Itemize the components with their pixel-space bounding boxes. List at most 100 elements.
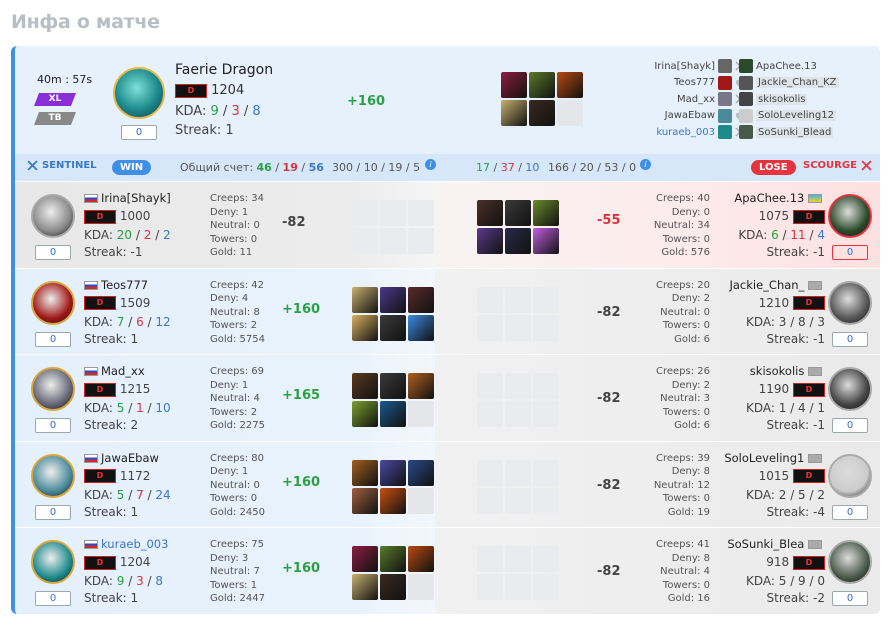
- item-slot[interactable]: [505, 459, 531, 486]
- mini-row[interactable]: Jackie_Chan_KZ: [739, 75, 874, 92]
- player-name[interactable]: JawaEbaw: [101, 451, 159, 465]
- item-slot[interactable]: [533, 487, 559, 514]
- player-name-cell[interactable]: Teos777: [84, 278, 148, 292]
- item-slot[interactable]: [505, 228, 531, 254]
- mini-row[interactable]: SoloLeveling12: [739, 108, 874, 125]
- item-slot[interactable]: [477, 401, 503, 427]
- item-slot[interactable]: [408, 314, 434, 341]
- hero-portrait[interactable]: [31, 453, 75, 498]
- player-name-cell[interactable]: Mad_xx: [84, 364, 145, 378]
- item-slot[interactable]: [352, 401, 378, 427]
- item-slot[interactable]: [505, 200, 531, 226]
- item-slot[interactable]: [533, 373, 559, 399]
- player-name-cell[interactable]: JawaEbaw: [84, 451, 159, 465]
- item-slot[interactable]: [557, 100, 583, 126]
- item-slot[interactable]: [505, 286, 531, 313]
- hero-portrait[interactable]: [31, 280, 75, 325]
- item-slot[interactable]: [477, 200, 503, 226]
- item-slot[interactable]: [533, 286, 559, 313]
- item-slot[interactable]: [380, 487, 406, 514]
- player-name-cell[interactable]: ApaChee.13: [734, 191, 825, 205]
- player-name-cell[interactable]: SoSunki_Blea: [727, 537, 825, 551]
- item-slot[interactable]: [352, 574, 378, 600]
- item-slot[interactable]: [533, 200, 559, 226]
- item-slot[interactable]: [505, 487, 531, 514]
- item-slot[interactable]: [352, 314, 378, 341]
- info-icon[interactable]: i: [425, 159, 436, 170]
- item-slot[interactable]: [477, 373, 503, 399]
- hero-portrait[interactable]: [828, 280, 872, 325]
- item-slot[interactable]: [529, 100, 555, 126]
- item-slot[interactable]: [557, 72, 583, 98]
- item-slot[interactable]: [501, 100, 527, 126]
- item-slot[interactable]: [477, 286, 503, 313]
- mini-row[interactable]: skisokolis: [739, 91, 874, 108]
- item-slot[interactable]: [533, 228, 559, 254]
- item-slot[interactable]: [380, 373, 406, 399]
- player-name[interactable]: ApaChee.13: [734, 191, 804, 205]
- mini-row[interactable]: JawaEbaw: [615, 108, 745, 125]
- player-name[interactable]: Teos777: [101, 278, 148, 292]
- player-name[interactable]: skisokolis: [750, 364, 805, 378]
- player-name-cell[interactable]: SoloLeveling1: [724, 451, 825, 465]
- player-name[interactable]: SoloLeveling1: [724, 451, 804, 465]
- player-name-cell[interactable]: Irina[Shayk]: [84, 191, 171, 205]
- item-slot[interactable]: [380, 459, 406, 486]
- item-slot[interactable]: [380, 286, 406, 313]
- item-slot[interactable]: [408, 200, 434, 226]
- mini-row[interactable]: Mad_xx: [615, 91, 745, 108]
- item-slot[interactable]: [408, 459, 434, 486]
- mini-row[interactable]: Irina[Shayk]: [615, 58, 745, 75]
- item-slot[interactable]: [380, 314, 406, 341]
- item-slot[interactable]: [505, 546, 531, 572]
- item-slot[interactable]: [352, 459, 378, 486]
- item-slot[interactable]: [477, 574, 503, 600]
- item-slot[interactable]: [352, 228, 378, 254]
- hero-portrait[interactable]: [113, 67, 165, 119]
- item-slot[interactable]: [501, 72, 527, 98]
- item-slot[interactable]: [352, 200, 378, 226]
- item-slot[interactable]: [380, 574, 406, 600]
- player-name[interactable]: SoSunki_Blea: [727, 537, 804, 551]
- item-slot[interactable]: [408, 574, 434, 600]
- item-slot[interactable]: [477, 487, 503, 514]
- item-slot[interactable]: [408, 487, 434, 514]
- item-slot[interactable]: [380, 228, 406, 254]
- hero-portrait[interactable]: [31, 367, 75, 411]
- item-slot[interactable]: [477, 546, 503, 572]
- item-slot[interactable]: [477, 459, 503, 486]
- item-slot[interactable]: [533, 401, 559, 427]
- item-slot[interactable]: [408, 286, 434, 313]
- item-slot[interactable]: [477, 314, 503, 341]
- item-slot[interactable]: [408, 546, 434, 572]
- hero-portrait[interactable]: [31, 194, 75, 238]
- player-name[interactable]: kuraeb_003: [101, 537, 168, 551]
- item-slot[interactable]: [533, 314, 559, 341]
- item-slot[interactable]: [352, 546, 378, 572]
- player-name[interactable]: Irina[Shayk]: [101, 191, 171, 205]
- item-slot[interactable]: [352, 487, 378, 514]
- item-slot[interactable]: [505, 373, 531, 399]
- player-name-cell[interactable]: Jackie_Chan_: [729, 278, 825, 292]
- mini-row[interactable]: kuraeb_003: [615, 124, 745, 141]
- info-icon[interactable]: i: [640, 159, 651, 170]
- player-name-cell[interactable]: skisokolis: [750, 364, 825, 378]
- item-slot[interactable]: [529, 72, 555, 98]
- hero-portrait[interactable]: [828, 367, 872, 411]
- item-slot[interactable]: [477, 228, 503, 254]
- hero-portrait[interactable]: [828, 540, 872, 584]
- player-name[interactable]: Jackie_Chan_: [729, 278, 804, 292]
- item-slot[interactable]: [380, 546, 406, 572]
- item-slot[interactable]: [380, 200, 406, 226]
- item-slot[interactable]: [505, 574, 531, 600]
- hero-portrait[interactable]: [31, 540, 75, 584]
- item-slot[interactable]: [352, 373, 378, 399]
- mini-row[interactable]: ApaChee.13: [739, 58, 874, 75]
- hero-portrait[interactable]: [828, 194, 872, 238]
- item-slot[interactable]: [505, 401, 531, 427]
- mini-row[interactable]: SoSunki_Blead: [739, 124, 874, 141]
- hero-portrait[interactable]: [828, 453, 872, 498]
- mini-row[interactable]: Teos777: [615, 75, 745, 92]
- item-slot[interactable]: [408, 401, 434, 427]
- item-slot[interactable]: [533, 546, 559, 572]
